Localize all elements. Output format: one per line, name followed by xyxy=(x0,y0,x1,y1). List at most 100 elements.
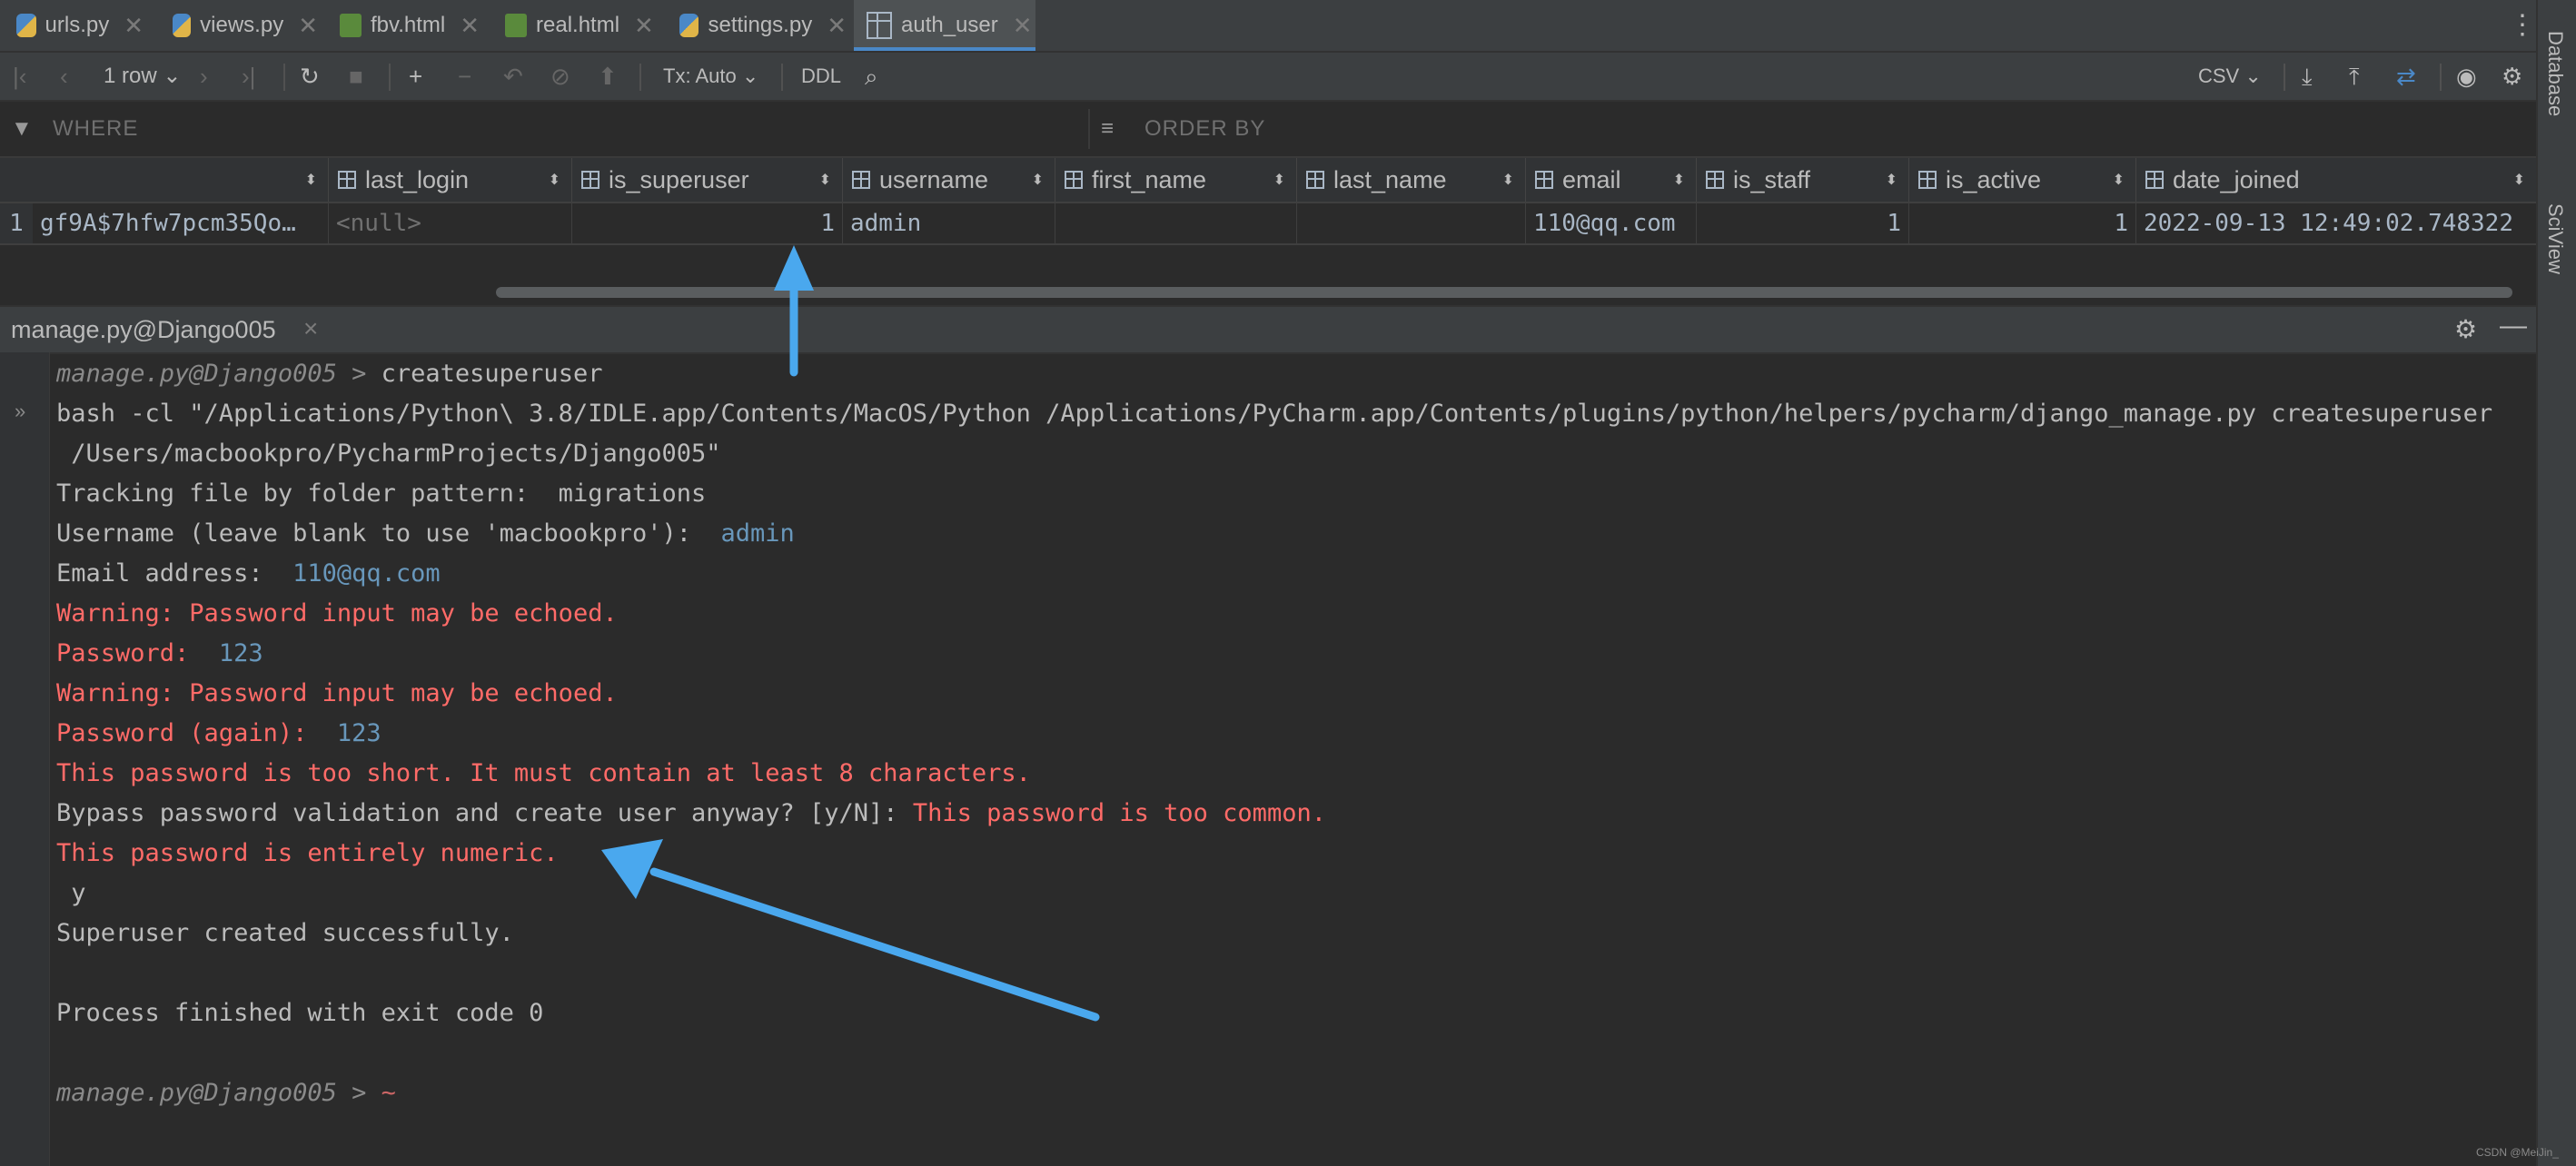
sort-icon[interactable]: ⬍ xyxy=(1886,171,1897,189)
column-header[interactable]: is_superuser ⬍ xyxy=(572,158,843,202)
column-header[interactable]: email ⬍ xyxy=(1526,158,1697,202)
tx-label: Tx: Auto xyxy=(663,64,737,87)
where-input[interactable]: WHERE xyxy=(53,116,138,142)
sort-icon[interactable]: ⬍ xyxy=(1502,171,1514,189)
column-header[interactable]: is_staff ⬍ xyxy=(1697,158,1909,202)
sort-icon: ≡ xyxy=(1101,116,1115,141)
table-row[interactable]: gf9A$7hfw7pcm35Qo… <null> 1 admin 110@qq… xyxy=(0,203,2536,245)
column-icon xyxy=(1535,171,1553,189)
next-page-icon[interactable]: › xyxy=(200,62,208,91)
tab-settings-py[interactable]: settings.py ✕ xyxy=(679,0,847,51)
tab-views-py[interactable]: views.py ✕ xyxy=(173,0,318,51)
run-tab-title[interactable]: manage.py@Django005 xyxy=(11,316,276,344)
grid-header: ⬍ last_login ⬍ is_superuser ⬍ username ⬍ fi… xyxy=(0,158,2536,203)
close-icon[interactable]: ✕ xyxy=(634,12,654,40)
error-line: This password is entirely numeric. xyxy=(56,839,559,867)
column-header[interactable]: last_name ⬍ xyxy=(1297,158,1526,202)
ddl-button[interactable]: DDL xyxy=(801,62,841,91)
separator xyxy=(2284,64,2285,91)
error-line: This password is too short. It must cont… xyxy=(56,759,1031,787)
tab-fbv-html[interactable]: fbv.html ✕ xyxy=(340,0,485,51)
last-page-icon[interactable]: ›| xyxy=(242,62,255,91)
download-icon[interactable]: ⤓ xyxy=(2302,62,2313,91)
cell-email[interactable]: 110@qq.com xyxy=(1526,203,1697,243)
close-icon[interactable]: ✕ xyxy=(298,12,318,40)
delete-row-icon[interactable]: − xyxy=(458,62,471,91)
first-page-icon[interactable]: |‹ xyxy=(13,62,26,91)
order-by-input[interactable]: ORDER BY xyxy=(1144,116,1265,142)
close-icon[interactable]: ✕ xyxy=(1013,12,1033,40)
add-row-icon[interactable]: + xyxy=(409,62,422,91)
console-line: Tracking file by folder pattern: migrati… xyxy=(56,479,707,508)
upload-icon[interactable]: ⬆ xyxy=(598,62,618,91)
soft-wrap-icon[interactable]: » xyxy=(15,400,25,423)
row-number[interactable]: 1 xyxy=(0,203,33,243)
console-line: manage.py@Django005 > ~ xyxy=(56,1075,396,1112)
bypass-prompt: Bypass password validation and create us… xyxy=(56,799,913,827)
transaction-mode-selector[interactable]: Tx: Auto ⌄ xyxy=(663,62,758,91)
cell-is-active[interactable]: 1 xyxy=(1909,203,2136,243)
cell-is-superuser[interactable]: 1 xyxy=(572,203,843,243)
password-prompt: Password: xyxy=(56,639,219,667)
rows-selector[interactable]: 1 row ⌄ xyxy=(104,62,181,91)
compare-icon[interactable]: ⇄ xyxy=(2396,62,2416,91)
cell-password[interactable]: gf9A$7hfw7pcm35Qo… xyxy=(33,203,329,243)
sort-icon[interactable]: ⬍ xyxy=(549,171,560,189)
column-header[interactable]: is_active ⬍ xyxy=(1909,158,2136,202)
refresh-icon[interactable]: ↻ xyxy=(300,62,320,91)
username-value: admin xyxy=(720,519,795,548)
sort-icon[interactable]: ⬍ xyxy=(819,171,831,189)
more-icon[interactable]: ⋮ xyxy=(2509,9,2536,41)
close-icon[interactable]: × xyxy=(303,314,318,343)
sciview-tool-button[interactable]: SciView xyxy=(2543,203,2567,274)
previous-page-icon[interactable]: ‹ xyxy=(60,62,68,91)
upload-data-icon[interactable]: ⤒ xyxy=(2349,62,2360,91)
revert-icon[interactable]: ↶ xyxy=(503,62,523,91)
cell-first-name[interactable] xyxy=(1055,203,1297,243)
console-gutter: » xyxy=(0,352,50,1166)
sort-icon[interactable]: ⬍ xyxy=(1032,171,1044,189)
tab-auth-user[interactable]: auth_user ✕ xyxy=(854,0,1035,51)
column-header[interactable]: first_name ⬍ xyxy=(1055,158,1297,202)
horizontal-scrollbar[interactable] xyxy=(496,287,2512,298)
cell-username[interactable]: admin xyxy=(843,203,1055,243)
filter-icon: ▼ xyxy=(11,116,34,141)
console-line: Username (leave blank to use 'macbookpro… xyxy=(56,516,795,552)
submit-icon[interactable]: ⊘ xyxy=(550,62,570,91)
tab-label: auth_user xyxy=(901,13,998,37)
tab-urls-py[interactable]: urls.py ✕ xyxy=(16,0,144,51)
close-icon[interactable]: ✕ xyxy=(460,12,480,40)
export-format-selector[interactable]: CSV ⌄ xyxy=(2198,62,2262,91)
python-file-icon xyxy=(16,14,36,37)
column-header-password[interactable]: ⬍ xyxy=(0,158,329,202)
stop-icon[interactable]: ■ xyxy=(349,62,363,91)
sort-icon[interactable]: ⬍ xyxy=(2113,171,2125,189)
too-common-error: This password is too common. xyxy=(912,799,1326,827)
sort-icon[interactable]: ⬍ xyxy=(305,171,317,189)
cell-last-login[interactable]: <null> xyxy=(329,203,572,243)
search-icon[interactable]: ⌕ xyxy=(865,62,878,91)
minimize-icon[interactable]: — xyxy=(2500,311,2527,341)
gear-icon[interactable]: ⚙ xyxy=(2454,314,2477,344)
database-tool-button[interactable]: Database xyxy=(2543,31,2567,116)
cell-is-staff[interactable]: 1 xyxy=(1697,203,1909,243)
run-panel-header: manage.py@Django005 × ⚙ — xyxy=(0,305,2536,354)
gear-icon[interactable]: ⚙ xyxy=(2502,62,2522,91)
console-line: y xyxy=(56,879,86,907)
close-icon[interactable]: ✕ xyxy=(124,12,144,40)
sort-icon[interactable]: ⬍ xyxy=(2513,171,2525,189)
column-header[interactable]: last_login ⬍ xyxy=(329,158,572,202)
column-header[interactable]: date_joined ⬍ xyxy=(2136,158,2536,202)
cell-last-name[interactable] xyxy=(1297,203,1526,243)
view-icon[interactable]: ◉ xyxy=(2456,62,2477,91)
sort-icon[interactable]: ⬍ xyxy=(1673,171,1685,189)
warning-line: Warning: Password input may be echoed. xyxy=(56,599,618,627)
email-prompt: Email address: xyxy=(56,559,293,588)
close-icon[interactable]: ✕ xyxy=(827,12,847,40)
cursor-icon[interactable]: ~ xyxy=(381,1079,396,1107)
column-header[interactable]: username ⬍ xyxy=(843,158,1055,202)
console-line: Password: 123 xyxy=(56,636,263,672)
cell-date-joined[interactable]: 2022-09-13 12:49:02.748322 xyxy=(2136,203,2536,243)
sort-icon[interactable]: ⬍ xyxy=(1273,171,1285,189)
tab-real-html[interactable]: real.html ✕ xyxy=(505,0,659,51)
